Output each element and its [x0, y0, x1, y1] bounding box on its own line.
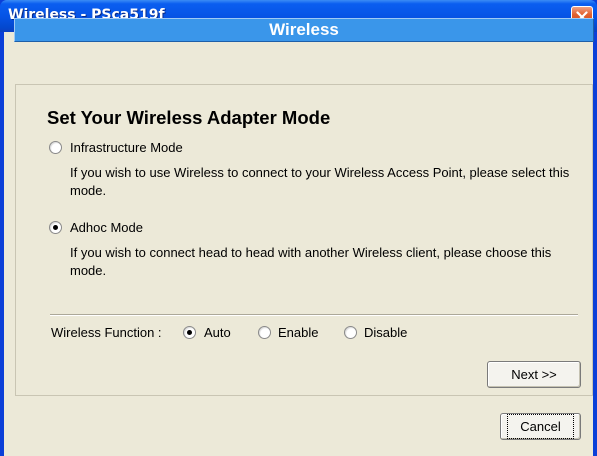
- wireless-function-auto-radio[interactable]: [183, 326, 196, 339]
- cancel-button-label: Cancel: [507, 414, 574, 439]
- wireless-function-disable-radio[interactable]: [344, 326, 357, 339]
- radio-selected-dot: [187, 330, 192, 335]
- wireless-function-enable-radio[interactable]: [258, 326, 271, 339]
- adhoc-mode-label[interactable]: Adhoc Mode: [70, 220, 143, 235]
- infrastructure-mode-radio[interactable]: [49, 141, 62, 154]
- wireless-function-disable-label[interactable]: Disable: [364, 325, 407, 340]
- separator: [50, 314, 578, 316]
- next-button-label: Next >>: [511, 367, 557, 382]
- mode-panel: [15, 84, 593, 396]
- wireless-function-enable-label[interactable]: Enable: [278, 325, 318, 340]
- section-header: Wireless: [14, 18, 594, 42]
- next-button[interactable]: Next >>: [487, 361, 581, 388]
- adhoc-mode-description: If you wish to connect head to head with…: [70, 245, 552, 278]
- infrastructure-mode-label[interactable]: Infrastructure Mode: [70, 140, 183, 155]
- cancel-button[interactable]: Cancel: [500, 413, 581, 440]
- page-title: Set Your Wireless Adapter Mode: [47, 107, 331, 128]
- radio-selected-dot: [53, 225, 58, 230]
- wireless-function-label: Wireless Function :: [51, 325, 162, 340]
- wireless-function-auto-label[interactable]: Auto: [204, 325, 231, 340]
- infrastructure-mode-description: If you wish to use Wireless to connect t…: [70, 165, 570, 198]
- adhoc-mode-radio[interactable]: [49, 221, 62, 234]
